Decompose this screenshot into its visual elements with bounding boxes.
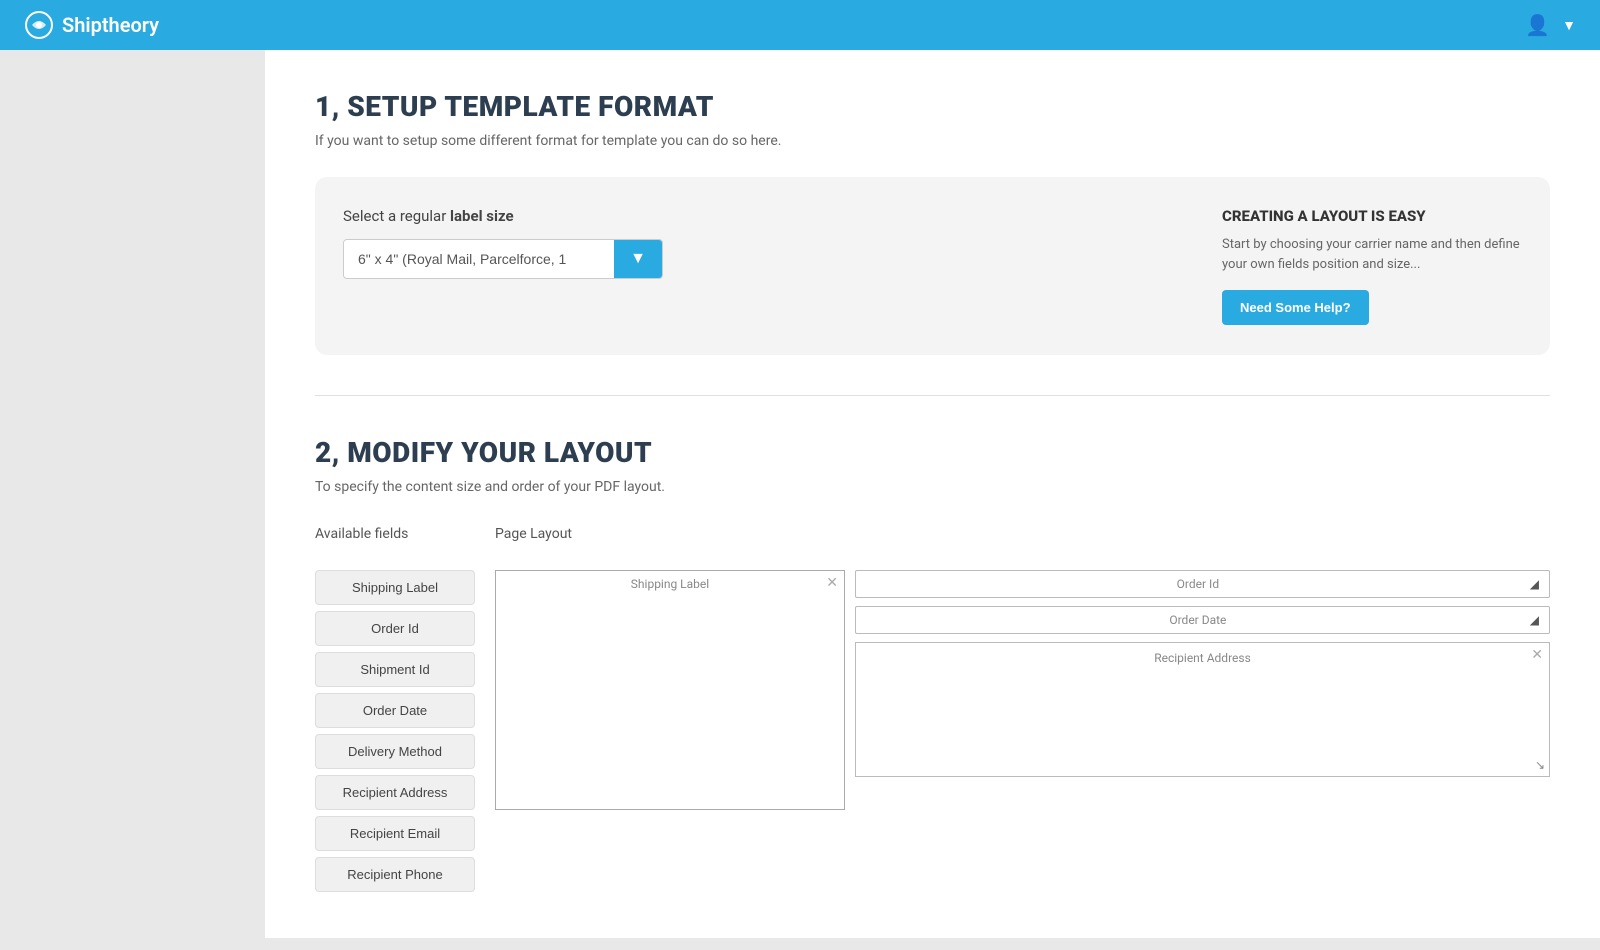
page-layout-col: Shipping Label ✕ Order Id ◢ Order Date ◢… <box>495 570 1550 898</box>
layout-field-order-date: Order Date ◢ <box>855 606 1550 634</box>
right-fields-col: Order Id ◢ Order Date ◢ Recipient Addres… <box>855 570 1550 898</box>
label-size-input[interactable] <box>344 241 614 277</box>
available-fields-col: Shipping Label Order Id Shipment Id Orde… <box>315 570 475 898</box>
chevron-down-icon[interactable]: ▼ <box>1562 17 1576 34</box>
field-order-date[interactable]: Order Date <box>315 693 475 728</box>
section2-title: 2, MODIFY YOUR LAYOUT <box>315 436 1550 469</box>
shipping-label-box-title: Shipping Label <box>631 577 709 591</box>
field-order-id[interactable]: Order Id <box>315 611 475 646</box>
sidebar <box>0 50 265 938</box>
available-fields-label: Available fields <box>315 526 408 542</box>
field-shipment-id[interactable]: Shipment Id <box>315 652 475 687</box>
order-date-resize-icon[interactable]: ◢ <box>1530 613 1539 627</box>
logo-icon <box>24 10 54 40</box>
header: Shiptheory 👤 ▼ <box>0 0 1600 50</box>
help-title: CREATING A LAYOUT IS EASY <box>1222 207 1522 225</box>
available-fields-col-header: Available fields <box>315 523 475 542</box>
help-section: CREATING A LAYOUT IS EASY Start by choos… <box>1182 207 1522 325</box>
header-right: 👤 ▼ <box>1525 13 1576 37</box>
page-layout-label: Page Layout <box>495 526 572 542</box>
template-format-card: Select a regular label size ▼ CREATING A… <box>315 177 1550 355</box>
shipping-label-box: Shipping Label ✕ <box>495 570 845 810</box>
field-recipient-phone[interactable]: Recipient Phone <box>315 857 475 892</box>
order-id-field-label: Order Id <box>866 577 1530 591</box>
order-id-resize-icon[interactable]: ◢ <box>1530 577 1539 591</box>
main-content: 1, SETUP TEMPLATE FORMAT If you want to … <box>265 50 1600 938</box>
shipping-label-close-icon[interactable]: ✕ <box>826 575 838 591</box>
section1-subtitle: If you want to setup some different form… <box>315 133 1550 149</box>
section1-title: 1, SETUP TEMPLATE FORMAT <box>315 90 1550 123</box>
label-size-select-wrapper[interactable]: ▼ <box>343 239 663 279</box>
order-date-field-label: Order Date <box>866 613 1530 627</box>
recipient-address-box: Recipient Address ✕ ↘ <box>855 642 1550 777</box>
page-wrapper: 1, SETUP TEMPLATE FORMAT If you want to … <box>0 50 1600 938</box>
field-shipping-label[interactable]: Shipping Label <box>315 570 475 605</box>
label-size-label: Select a regular label size <box>343 207 1182 225</box>
logo-text: Shiptheory <box>62 13 159 37</box>
help-button[interactable]: Need Some Help? <box>1222 290 1369 325</box>
page-layout-col-header: Page Layout <box>495 523 1550 542</box>
label-size-section: Select a regular label size ▼ <box>343 207 1182 279</box>
logo: Shiptheory <box>24 10 159 40</box>
help-text: Start by choosing your carrier name and … <box>1222 235 1522 274</box>
recipient-address-close-icon[interactable]: ✕ <box>1531 647 1543 663</box>
section2-subtitle: To specify the content size and order of… <box>315 479 1550 495</box>
layout-columns: Shipping Label Order Id Shipment Id Orde… <box>315 570 1550 898</box>
label-size-dropdown-button[interactable]: ▼ <box>614 240 662 278</box>
recipient-address-label: Recipient Address <box>864 651 1541 665</box>
field-recipient-address[interactable]: Recipient Address <box>315 775 475 810</box>
field-recipient-email[interactable]: Recipient Email <box>315 816 475 851</box>
section-divider <box>315 395 1550 396</box>
layout-field-order-id: Order Id ◢ <box>855 570 1550 598</box>
field-delivery-method[interactable]: Delivery Method <box>315 734 475 769</box>
recipient-address-resize-icon[interactable]: ↘ <box>1535 758 1545 772</box>
user-icon[interactable]: 👤 <box>1525 13 1550 37</box>
